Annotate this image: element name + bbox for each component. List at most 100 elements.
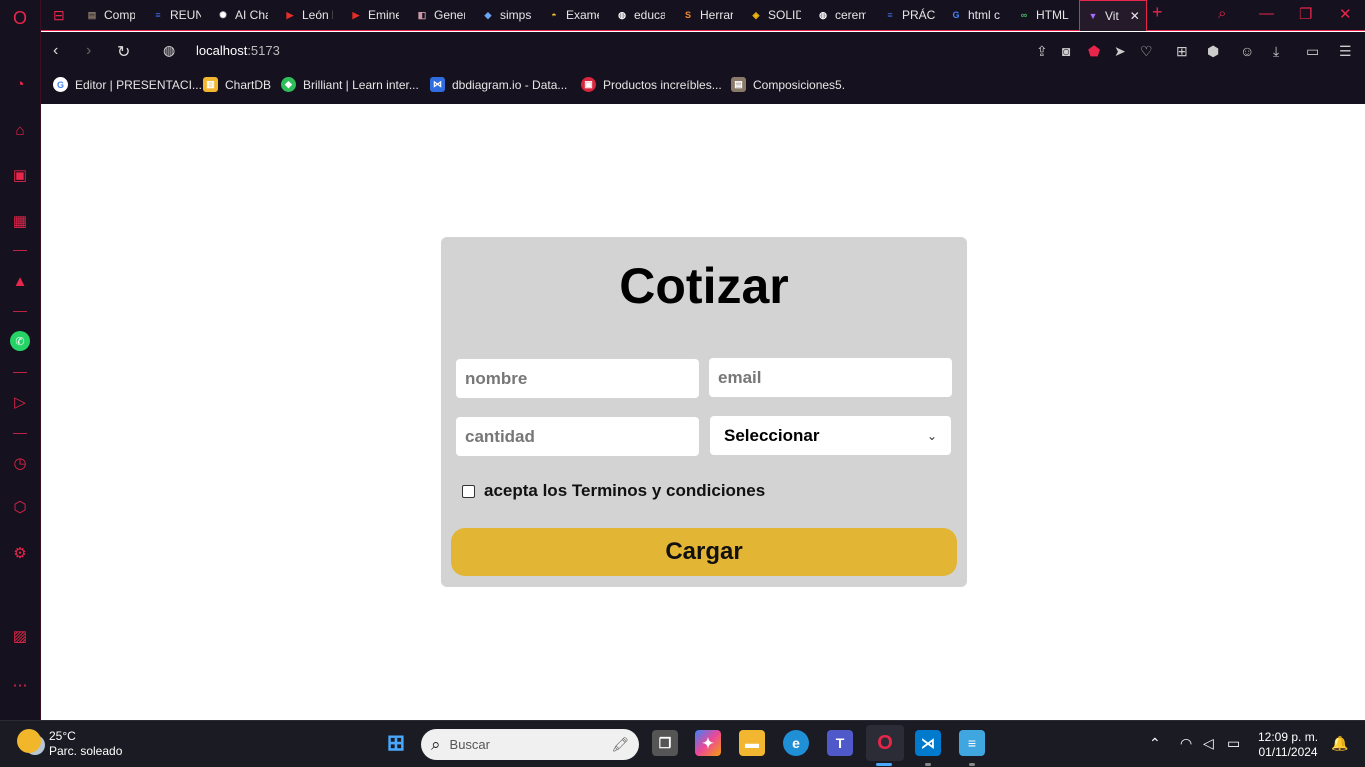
volume-icon[interactable]: ◁ [1203, 735, 1214, 752]
tab-label: simps [500, 8, 531, 22]
browser-tab[interactable]: ◓ Exame [547, 4, 599, 26]
notepad-icon[interactable]: ≡ [959, 730, 985, 756]
settings-icon[interactable]: ⚙ [10, 543, 30, 563]
browser-tab[interactable]: ◍ educa [615, 4, 665, 26]
history-icon[interactable]: ◷ [10, 453, 30, 473]
notification-bell-icon[interactable]: 🔔 [1331, 735, 1348, 752]
browser-tab[interactable]: ▤ Comp [85, 4, 135, 26]
aria-icon[interactable]: ▲ [10, 271, 30, 291]
restore-button[interactable]: ❐ [1299, 5, 1312, 23]
vscode-icon[interactable]: ⋊ [915, 730, 941, 756]
weather-widget[interactable]: 25°C Parc. soleado [17, 729, 122, 759]
bookmark-item[interactable]: ▣ Productos increíbles... [581, 77, 722, 92]
browser-tab[interactable]: ▼ Vit ✕ [1079, 0, 1147, 31]
easy-setup-icon[interactable]: ⊞ [1176, 43, 1188, 60]
submit-button[interactable]: Cargar [451, 528, 957, 576]
browser-tab[interactable]: ▶ Emine [349, 4, 399, 26]
taskbar-search[interactable]: ⌕ Buscar 🖍 [421, 729, 639, 760]
terms-checkbox[interactable] [462, 484, 475, 498]
product-select[interactable]: Seleccionar ⌄ [710, 416, 951, 455]
search-tabs-icon[interactable]: ⌕ [1218, 5, 1226, 22]
bookmark-item[interactable]: ▥ ChartDB [203, 77, 271, 92]
player-icon[interactable]: ▷ [10, 392, 30, 412]
tab-label: Gener [434, 8, 465, 22]
chevron-up-icon[interactable]: ⌃ [1149, 735, 1161, 752]
speed-dial-icon[interactable]: ◔ [10, 74, 30, 94]
easy-menu-icon[interactable]: ☰ [1339, 43, 1352, 60]
heart-icon[interactable]: ♡ [1140, 43, 1153, 60]
extensions-icon[interactable]: ⌂ [10, 120, 30, 140]
cantidad-input[interactable] [456, 417, 699, 456]
browser-tab[interactable]: ∞ HTML [1017, 4, 1073, 26]
browser-tab[interactable]: ◈ SOLID [749, 4, 801, 26]
minimize-button[interactable]: — [1259, 5, 1274, 22]
file-explorer-icon[interactable]: ▬ [739, 730, 765, 756]
close-tab-icon[interactable]: ✕ [1130, 9, 1140, 23]
tab-label: Vit [1105, 9, 1119, 23]
close-window-button[interactable]: ✕ [1339, 5, 1352, 23]
browser-sidebar: O ◔ ⌂ ▣ ▦ ▲ ✆ ▷ ◷ ⬡ ⚙ ▨ ⋯ [0, 0, 41, 720]
docs-icon: ≡ [887, 10, 893, 20]
browser-tab[interactable]: ≡ PRÁCT [883, 4, 935, 26]
bookmark-item[interactable]: ⋈ dbdiagram.io - Data... [430, 77, 567, 92]
battery-saver-icon[interactable]: ▭ [1306, 43, 1319, 60]
browser-tab[interactable]: ◧ Gener [415, 4, 465, 26]
edge-icon[interactable]: e [783, 730, 809, 756]
more-icon[interactable]: ⋯ [10, 675, 30, 695]
share-icon[interactable]: ⇪ [1036, 43, 1048, 60]
site-info-icon[interactable]: ◍ [163, 42, 175, 59]
windows-start-icon[interactable]: ⊞ [383, 730, 409, 756]
browser-tab[interactable]: ◆ simps [481, 4, 531, 26]
reload-button[interactable]: ↻ [117, 42, 130, 62]
terms-row: acepta los Terminos y condiciones [462, 481, 765, 501]
browser-tab[interactable]: ◍ cerem [816, 4, 866, 26]
new-tab-button[interactable]: + [1152, 2, 1163, 23]
browser-tab[interactable]: ≡ REUN [151, 4, 201, 26]
chip-icon[interactable]: ▦ [10, 211, 30, 231]
browser-tab[interactable]: Ghtml c [949, 4, 1001, 26]
chartdb-icon: ▥ [203, 77, 218, 92]
active-indicator [876, 763, 892, 766]
address-bar: ‹ › ↻ ◍ localhost:5173 ⇪ ◙ ⬟ ➤ ♡ ⊞ ⬢ ☺ ⤓… [41, 32, 1365, 70]
browser-tab[interactable]: S Herrar [681, 4, 733, 26]
temperature: 25°C [49, 729, 76, 743]
extensions-box-icon[interactable]: ⬢ [1207, 43, 1219, 60]
bookmark-item[interactable]: ▤ Composiciones5. [731, 77, 845, 92]
download-icon[interactable]: ⤓ [1273, 43, 1279, 60]
email-input[interactable] [709, 358, 952, 397]
send-icon[interactable]: ➤ [1114, 43, 1126, 60]
gallery-icon[interactable]: ▨ [10, 626, 30, 646]
nombre-input[interactable] [456, 359, 699, 398]
bookmarks-bar: G Editor | PRESENTACI... ▥ ChartDB ◆ Brilli… [41, 70, 1365, 104]
whatsapp-icon[interactable]: ✆ [10, 331, 30, 351]
teams-icon[interactable]: T [827, 730, 853, 756]
page-content: Cotizar Seleccionar ⌄ acepta los Termino… [41, 104, 1365, 720]
tab-label: educa [634, 8, 665, 22]
browser-tab[interactable]: ▶ León l [283, 4, 333, 26]
bookmark-item[interactable]: G Editor | PRESENTACI... [53, 77, 202, 92]
url-field[interactable]: localhost:5173 [196, 43, 280, 58]
system-clock[interactable]: 12:09 p. m. 01/11/2024 [1258, 730, 1318, 760]
globe-icon: ◍ [618, 9, 626, 20]
docs-icon: ≡ [155, 10, 161, 20]
opera-taskbar-icon[interactable]: O [866, 725, 904, 761]
battery-icon[interactable]: ▭ [1227, 735, 1240, 752]
weather-status: Parc. soleado [49, 744, 123, 758]
bookmark-item[interactable]: ◆ Brilliant | Learn inter... [281, 77, 419, 92]
back-button[interactable]: ‹ [53, 42, 58, 60]
opera-logo-icon[interactable]: O [10, 8, 30, 28]
twitch-icon[interactable]: ▣ [10, 165, 30, 185]
task-view-icon[interactable]: ❐ [652, 730, 678, 756]
adblock-icon[interactable]: ⬟ [1088, 43, 1100, 60]
cube-icon[interactable]: ⬡ [10, 497, 30, 517]
google-icon: G [952, 10, 960, 20]
wifi-icon[interactable]: ◠ [1180, 735, 1192, 752]
copilot-icon[interactable]: ✦ [695, 730, 721, 756]
shop-icon: ▣ [581, 77, 596, 92]
profile-icon[interactable]: ☺ [1240, 43, 1254, 59]
browser-tab[interactable]: ✺ AI Cha [216, 4, 268, 26]
workspace-icon[interactable]: ⊟ [53, 4, 65, 26]
snapshot-icon[interactable]: ◙ [1062, 43, 1070, 59]
tab-label: León l [302, 8, 333, 22]
forward-button[interactable]: › [86, 42, 91, 60]
